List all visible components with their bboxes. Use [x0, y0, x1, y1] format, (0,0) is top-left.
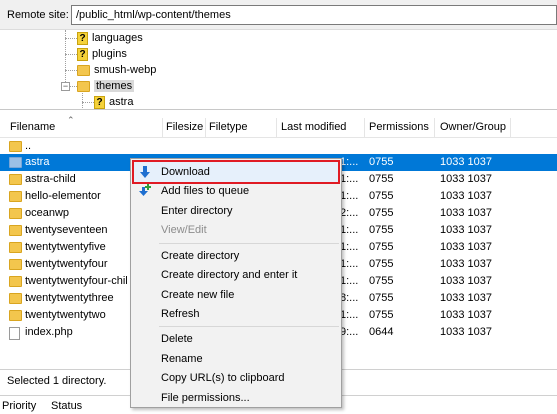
context-menu: Download Add files to queue Enter direct…: [130, 158, 342, 408]
folder-icon: [9, 293, 22, 304]
file-list-header: ⌃ Filename Filesize Filetype Last modifi…: [0, 115, 557, 138]
menu-separator: [159, 243, 339, 244]
column-last-modified[interactable]: Last modified: [281, 121, 346, 133]
column-owner-group[interactable]: Owner/Group: [440, 121, 506, 133]
sort-ascending-icon: ⌃: [67, 115, 75, 125]
column-filetype[interactable]: Filetype: [209, 121, 248, 133]
menu-item-rename[interactable]: Rename: [131, 349, 341, 369]
download-arrow-icon: [140, 166, 150, 178]
menu-item-view-edit: View/Edit: [161, 224, 207, 236]
remote-site-label: Remote site:: [7, 9, 69, 21]
folder-icon: [9, 141, 22, 152]
tree-item-smush-webp[interactable]: smush-webp: [77, 62, 156, 78]
menu-item-create-directory-enter[interactable]: Create directory and enter it: [131, 265, 341, 285]
menu-item-add-files-to-queue[interactable]: Add files to queue: [131, 181, 341, 201]
folder-icon: [9, 208, 22, 219]
tree-item-languages[interactable]: ? languages: [77, 30, 143, 46]
tree-item-astra[interactable]: ? astra: [94, 94, 133, 109]
column-filesize[interactable]: Filesize: [166, 121, 203, 133]
menu-separator: [159, 326, 339, 327]
column-filename[interactable]: Filename: [10, 121, 55, 133]
menu-item-refresh[interactable]: Refresh: [131, 304, 341, 324]
add-to-queue-icon: [139, 184, 151, 196]
menu-item-enter-directory[interactable]: Enter directory: [131, 201, 341, 221]
menu-item-create-directory[interactable]: Create directory: [131, 246, 341, 266]
menu-item-create-new-file[interactable]: Create new file: [131, 285, 341, 305]
collapse-themes-icon[interactable]: −: [61, 82, 70, 91]
menu-item-file-permissions[interactable]: File permissions...: [131, 388, 341, 408]
unknown-folder-icon: ?: [94, 95, 105, 109]
file-icon: [9, 327, 20, 340]
file-row-parent[interactable]: ..: [0, 138, 557, 155]
remote-site-path-input[interactable]: /public_html/wp-content/themes: [71, 5, 557, 25]
menu-item-delete[interactable]: Delete: [131, 329, 341, 349]
folder-icon: [9, 225, 22, 236]
queue-column-status[interactable]: Status: [51, 400, 82, 412]
selection-status: Selected 1 directory.: [7, 375, 107, 387]
folder-icon: [9, 157, 22, 168]
remote-directory-tree: − ? languages ? plugins smush-webp theme…: [0, 30, 557, 110]
folder-icon: [77, 64, 90, 76]
unknown-folder-icon: ?: [77, 47, 88, 61]
menu-item-download[interactable]: Download: [131, 162, 341, 182]
tree-item-themes[interactable]: themes: [77, 78, 135, 94]
open-folder-icon: [77, 80, 90, 92]
menu-item-copy-url[interactable]: Copy URL(s) to clipboard: [131, 368, 341, 388]
folder-icon: [9, 310, 22, 321]
folder-icon: [9, 174, 22, 185]
tree-item-plugins[interactable]: ? plugins: [77, 46, 127, 62]
column-permissions[interactable]: Permissions: [369, 121, 429, 133]
folder-icon: [9, 191, 22, 202]
folder-icon: [9, 242, 22, 253]
remote-site-bar: Remote site: /public_html/wp-content/the…: [0, 0, 557, 30]
unknown-folder-icon: ?: [77, 31, 88, 45]
queue-column-priority[interactable]: Priority: [2, 400, 36, 412]
folder-icon: [9, 259, 22, 270]
folder-icon: [9, 276, 22, 287]
